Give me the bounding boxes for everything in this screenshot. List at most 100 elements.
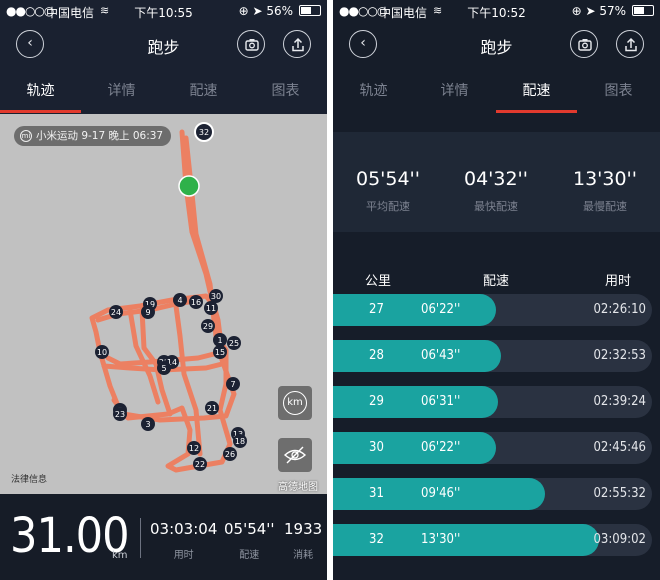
slowest-pace-label: 最慢配速 [583, 200, 627, 213]
km-marker: 12 [187, 441, 201, 455]
tab-details[interactable]: 详情 [81, 80, 162, 100]
km-marker: 4 [173, 293, 187, 307]
svg-text:30: 30 [211, 292, 221, 301]
svg-text:5: 5 [161, 364, 166, 373]
status-bar: ●●○○○ 中国电信 ≋ 下午10:52 ⊕ ➤ 57% [333, 0, 660, 22]
km-marker: 23 [113, 407, 127, 421]
avg-pace: 05'54'' 平均配速 [333, 168, 443, 214]
pace-row: 29 06'31'' 02:39:24 [333, 386, 652, 418]
tab-pace[interactable]: 配速 [496, 80, 577, 100]
page-title: 跑步 [147, 38, 180, 57]
pace-row: 30 06'22'' 02:45:46 [333, 432, 652, 464]
distance-unit: km [112, 550, 128, 561]
camera-icon [578, 39, 592, 51]
tab-chart[interactable]: 图表 [578, 80, 659, 100]
svg-text:10: 10 [97, 348, 107, 357]
svg-text:26: 26 [225, 450, 235, 459]
svg-text:24: 24 [111, 308, 121, 317]
tab-track[interactable]: 轨迹 [333, 80, 414, 100]
svg-text:21: 21 [207, 404, 217, 413]
row-pace: 09'46'' [421, 486, 461, 501]
svg-text:16: 16 [191, 298, 201, 307]
screenshot-button[interactable] [237, 30, 265, 58]
svg-text:29: 29 [203, 322, 213, 331]
km-toggle-button[interactable]: km [278, 386, 312, 420]
battery-icon [299, 5, 321, 16]
km-marker: 30 [209, 289, 223, 303]
tab-details[interactable]: 详情 [414, 80, 495, 100]
row-pace: 13'30'' [421, 532, 461, 547]
tab-pace[interactable]: 配速 [163, 80, 244, 100]
share-button[interactable] [283, 30, 311, 58]
km-marker: 25 [227, 336, 241, 350]
page-title: 跑步 [480, 38, 513, 57]
pace-screen: ●●○○○ 中国电信 ≋ 下午10:52 ⊕ ➤ 57% ‹ 跑步 轨迹 详情 … [333, 0, 660, 580]
km-marker: 22 [193, 457, 207, 471]
row-km: 32 [369, 532, 384, 547]
pace-stat: 05'54'' 配速 [224, 520, 275, 561]
row-pace: 06'22'' [421, 302, 461, 317]
slowest-pace-value: 13'30'' [572, 168, 638, 190]
svg-text:23: 23 [115, 410, 125, 419]
svg-text:11: 11 [206, 304, 216, 313]
row-pace: 06'43'' [421, 348, 461, 363]
km-marker: 7 [226, 377, 240, 391]
svg-text:32: 32 [199, 128, 209, 137]
start-point-icon [178, 175, 200, 197]
track-screen: ●●○○○ 中国电信 ≋ 下午10:55 ⊕ ➤ 56% ‹ 跑步 轨迹 详情 … [0, 0, 327, 580]
svg-text:1: 1 [217, 336, 222, 345]
battery-icon [632, 5, 654, 16]
pace-column-header: 配速 [483, 274, 510, 289]
row-time: 03:09:02 [593, 532, 646, 547]
pace-table[interactable]: 27 06'22'' 02:26:10 28 06'43'' 02:32:53 29 06'3… [333, 290, 660, 580]
camera-icon [245, 39, 259, 51]
row-time: 02:39:24 [593, 394, 646, 409]
tab-bar: 轨迹 详情 配速 图表 [0, 74, 327, 113]
row-pace: 06'31'' [421, 394, 461, 409]
run-summary: 31.00 km 03:03:04 用时 05'54'' 配速 1933 消耗 [0, 494, 327, 580]
row-time: 02:55:32 [593, 486, 646, 501]
share-button[interactable] [616, 30, 644, 58]
divider [140, 518, 141, 558]
km-marker: 3 [141, 417, 155, 431]
fastest-pace-value: 04'32'' [463, 168, 529, 190]
svg-text:4: 4 [177, 296, 182, 305]
distance-value: 31.00 [10, 508, 130, 564]
route-map[interactable]: mi 小米运动 9-17 晚上 06:37 32 19 9 4 16 30 11 24 29 1 25… [0, 114, 327, 494]
km-marker: 16 [189, 295, 203, 309]
km-marker: 1 [213, 333, 227, 347]
tab-chart[interactable]: 图表 [245, 80, 326, 100]
svg-text:3: 3 [145, 420, 150, 429]
hide-route-button[interactable] [278, 438, 312, 472]
duration-value: 03:03:04 [150, 520, 218, 538]
km-marker: 18 [233, 434, 247, 448]
status-bar: ●●○○○ 中国电信 ≋ 下午10:55 ⊕ ➤ 56% [0, 0, 327, 22]
legal-info-link[interactable]: 法律信息 [11, 472, 47, 485]
fastest-pace: 04'32'' 最快配速 [441, 168, 551, 214]
km-marker: 11 [204, 301, 218, 315]
map-brand: 高德地图 [278, 482, 318, 493]
fastest-pace-label: 最快配速 [474, 200, 518, 213]
duration-stat: 03:03:04 用时 [150, 520, 217, 561]
tab-bar: 轨迹 详情 配速 图表 [333, 74, 660, 113]
slowest-pace: 13'30'' 最慢配速 [550, 168, 660, 214]
pace-bar [333, 294, 496, 326]
status-right: ⊕ ➤ 56% [238, 4, 293, 18]
row-time: 02:26:10 [593, 302, 646, 317]
duration-label: 用时 [173, 550, 194, 561]
share-icon [292, 37, 304, 52]
tab-indicator [496, 110, 577, 113]
tab-track[interactable]: 轨迹 [0, 80, 81, 100]
row-km: 27 [369, 302, 384, 317]
km-marker: 15 [213, 345, 227, 359]
screenshot-button[interactable] [570, 30, 598, 58]
km-icon: km [283, 391, 307, 415]
pace-table-header: 公里 配速 用时 [333, 266, 660, 290]
km-marker: 26 [223, 447, 237, 461]
row-km: 28 [369, 348, 384, 363]
svg-text:18: 18 [235, 437, 245, 446]
pace-label: 配速 [239, 550, 260, 561]
km-marker: 29 [201, 319, 215, 333]
svg-text:15: 15 [215, 348, 225, 357]
km-marker: 21 [205, 401, 219, 415]
